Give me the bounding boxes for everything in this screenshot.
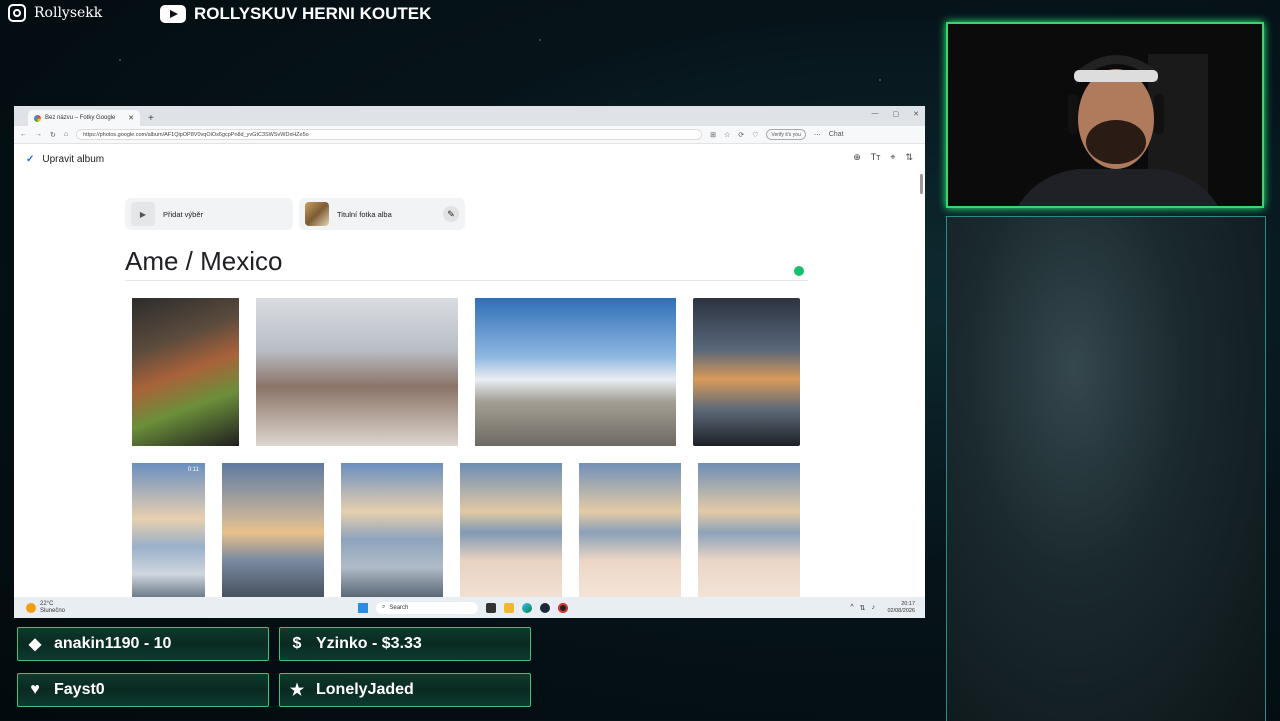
checkmark-icon[interactable]: ✓ [26, 154, 34, 165]
extensions-icon[interactable]: ⊞ [710, 131, 716, 139]
location-icon[interactable]: ⌖ [890, 152, 895, 163]
back-icon[interactable]: ← [20, 131, 27, 138]
favorites-icon[interactable]: ♡ [752, 131, 758, 139]
search-icon: ⌕ [382, 604, 386, 610]
menu-dots-icon[interactable]: ⋯ [814, 131, 821, 139]
edit-album-header[interactable]: ✓ Upravit album [26, 154, 104, 165]
instagram-icon [8, 4, 26, 22]
minimize-icon[interactable]: — [872, 110, 879, 118]
photo-window-sunset[interactable] [222, 463, 324, 602]
album-actions: ▶ Přidat výběr Titulní fotka alba ✎ [125, 198, 465, 230]
photo-sunset-window[interactable] [693, 298, 800, 446]
alert-latest-subscriber: ★ LonelyJaded [279, 673, 531, 707]
volume-icon[interactable]: ♪ [872, 604, 876, 612]
streamer-webcam [948, 24, 1262, 206]
edit-pencil-icon[interactable]: ✎ [443, 206, 459, 222]
tab-bar: Bez názvu – Fotky Google ✕ + — ▢ ✕ [14, 106, 925, 126]
window-controls: — ▢ ✕ [872, 110, 920, 118]
verify-button[interactable]: Verify it's you [766, 129, 806, 140]
weather-widget[interactable]: 22°C Slunečno [26, 601, 65, 615]
video-duration: 0:11 [187, 467, 199, 473]
google-photos-icon [34, 114, 41, 122]
file-explorer-icon[interactable] [504, 602, 514, 613]
close-window-icon[interactable]: ✕ [913, 110, 919, 118]
webcam-frame [946, 22, 1264, 208]
heart-icon: ♥ [30, 681, 40, 698]
diamond-icon: ◆ [28, 636, 42, 653]
star-icon: ★ [289, 682, 305, 699]
windows-taskbar: 22°C Slunečno ⌕ Search ^ ⇅ ♪ 20:17 02/08… [14, 597, 925, 618]
photo-selfie-plane[interactable] [256, 298, 458, 446]
alert-top-donation: $ Yzinko - $3.33 [279, 627, 531, 661]
maximize-icon[interactable]: ▢ [893, 110, 900, 118]
add-photos-icon[interactable]: ⊕ [853, 152, 861, 163]
taskbar-center: ⌕ Search [358, 601, 568, 614]
add-selection-button[interactable]: ▶ Přidat výběr [125, 198, 293, 230]
chat-button[interactable]: Chat [829, 131, 844, 138]
network-icon[interactable]: ⇅ [860, 604, 866, 612]
new-tab-button[interactable]: + [148, 113, 154, 124]
browser-tab[interactable]: Bez názvu – Fotky Google ✕ [28, 110, 140, 126]
refresh-ext-icon[interactable]: ⟳ [738, 131, 744, 139]
windows-start-icon[interactable] [358, 602, 368, 613]
photo-wing-2[interactable] [460, 463, 562, 602]
photo-wing-3[interactable] [579, 463, 681, 602]
dollar-icon: $ [292, 635, 302, 652]
reload-icon[interactable]: ↻ [50, 131, 56, 139]
cover-photo-button[interactable]: Titulní fotka alba ✎ [299, 198, 465, 230]
youtube-icon [160, 5, 186, 23]
photo-wing-4[interactable] [698, 463, 800, 602]
photo-wing-1[interactable] [341, 463, 443, 602]
taskbar-search[interactable]: ⌕ Search [376, 601, 478, 614]
alert-top-bits: ◆ anakin1190 - 10 [17, 627, 269, 661]
instagram-handle: Rollysekk [8, 4, 102, 22]
alert-latest-follower: ♥ Fayst0 [17, 673, 269, 707]
app-icon[interactable] [558, 602, 568, 613]
chevron-up-icon[interactable]: ^ [850, 604, 853, 612]
photo-airline-meal[interactable] [132, 298, 239, 446]
system-tray: ^ ⇅ ♪ [850, 604, 875, 612]
photo-airport-tarmac[interactable] [475, 298, 676, 446]
address-bar-row: ← → ↻ ⌂ https://photos.google.com/album/… [14, 126, 925, 144]
taskbar-clock[interactable]: 20:17 02/08/2026 [887, 601, 915, 615]
edge-icon[interactable] [522, 602, 532, 613]
task-view-icon[interactable] [486, 602, 496, 613]
play-icon: ▶ [131, 202, 155, 226]
scrollbar[interactable] [920, 174, 923, 194]
video-wing-clouds[interactable]: 0:11 [132, 463, 205, 602]
title-underline [125, 280, 808, 281]
weather-sun-icon [26, 602, 36, 613]
album-toolbar: ⊕ Tт ⌖ ⇅ [853, 152, 913, 163]
youtube-channel: ROLLYSKUV HERNI KOUTEK [160, 4, 431, 24]
url-field[interactable]: https://photos.google.com/album/AF1QipOP… [76, 129, 703, 140]
text-icon[interactable]: Tт [871, 152, 881, 163]
cover-thumbnail [305, 202, 329, 226]
stream-side-panel [946, 216, 1266, 721]
captured-browser-window: Bez názvu – Fotky Google ✕ + — ▢ ✕ ← → ↻… [14, 106, 925, 618]
grammarly-icon[interactable] [794, 266, 804, 276]
sort-icon[interactable]: ⇅ [905, 152, 913, 163]
album-title[interactable]: Ame / Mexico [125, 246, 283, 277]
steam-icon[interactable] [540, 602, 550, 613]
google-photos-page: ✓ Upravit album ⊕ Tт ⌖ ⇅ ▶ Přidat výběr … [14, 144, 925, 602]
bookmark-star-icon[interactable]: ☆ [724, 131, 730, 139]
home-icon[interactable]: ⌂ [64, 131, 68, 138]
close-tab-icon[interactable]: ✕ [128, 114, 134, 122]
forward-icon[interactable]: → [35, 131, 42, 138]
